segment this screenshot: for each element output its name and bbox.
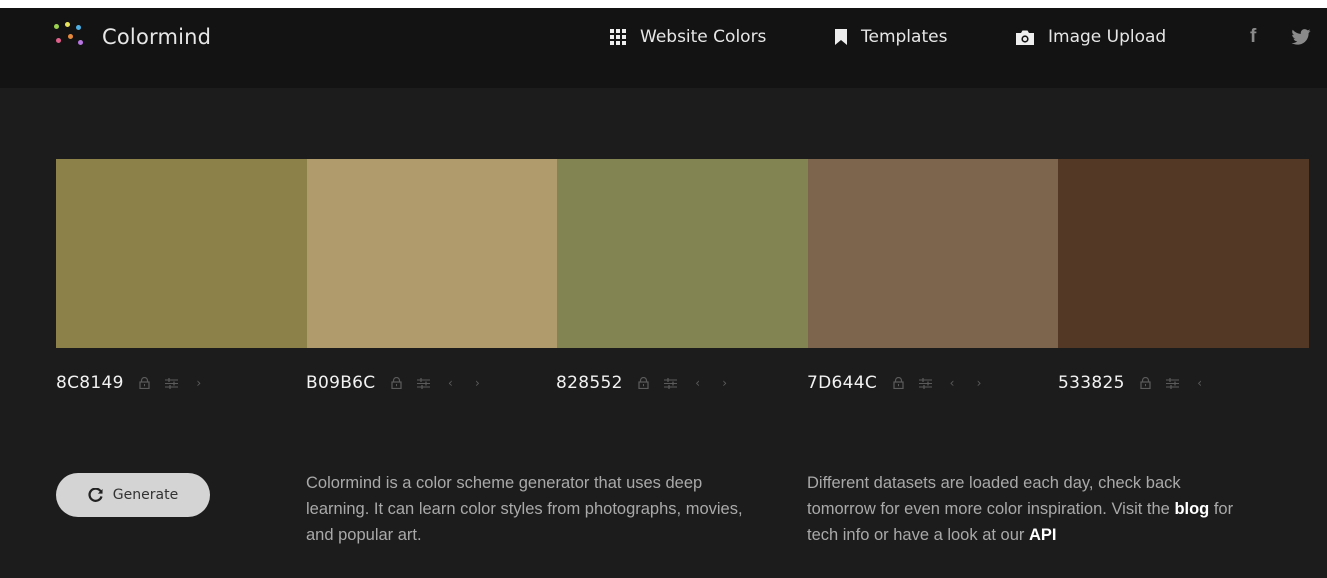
logo-text: Colormind (102, 25, 212, 49)
hex-value[interactable]: 533825 (1058, 373, 1125, 393)
grid-icon (610, 29, 626, 45)
color-code-4: 7D644C ‹ › (807, 368, 999, 398)
top-strip (0, 0, 1327, 8)
color-swatch-1[interactable] (56, 159, 307, 348)
nav-templates[interactable]: Templates (835, 22, 947, 52)
description-left: Colormind is a color scheme generator th… (306, 474, 743, 544)
chevron-left-icon[interactable]: ‹ (443, 376, 457, 390)
blog-link[interactable]: blog (1174, 500, 1209, 518)
color-code-1: 8C8149 › (56, 368, 219, 398)
lock-icon[interactable] (637, 376, 651, 390)
twitter-link[interactable] (1291, 22, 1311, 52)
generate-label: Generate (112, 487, 179, 503)
color-codes-row: 8C8149 › B09B6C ‹ › 828552 ‹ › 7D644C ‹ … (56, 368, 1309, 398)
refresh-icon (88, 487, 103, 502)
sliders-icon[interactable] (918, 376, 932, 390)
chevron-right-icon[interactable]: › (470, 376, 484, 390)
description-right: Different datasets are loaded each day, … (807, 470, 1247, 548)
sliders-icon[interactable] (416, 376, 430, 390)
chevron-right-icon[interactable]: › (972, 376, 986, 390)
color-swatch-5[interactable] (1058, 159, 1309, 348)
chevron-right-icon[interactable]: › (192, 376, 206, 390)
facebook-icon: f (1250, 26, 1257, 47)
logo-dots-icon (52, 22, 86, 52)
camera-icon (1016, 30, 1034, 45)
sliders-icon[interactable] (1166, 376, 1180, 390)
facebook-link[interactable]: f (1250, 22, 1256, 52)
sliders-icon[interactable] (664, 376, 678, 390)
chevron-right-icon[interactable]: › (718, 376, 732, 390)
generate-button[interactable]: Generate (56, 473, 210, 517)
api-link[interactable]: API (1029, 526, 1057, 544)
hex-value[interactable]: B09B6C (306, 373, 375, 393)
lock-icon[interactable] (1139, 376, 1153, 390)
hex-value[interactable]: 828552 (556, 373, 623, 393)
color-swatch-4[interactable] (807, 159, 1059, 348)
nav-templates-label: Templates (861, 27, 948, 47)
color-swatch-3[interactable] (557, 159, 808, 348)
color-palette (56, 159, 1309, 348)
description-right-text-1: Different datasets are loaded each day, … (807, 474, 1181, 518)
chevron-left-icon[interactable]: ‹ (1193, 376, 1207, 390)
twitter-icon (1291, 29, 1311, 45)
color-swatch-2[interactable] (306, 159, 558, 348)
chevron-left-icon[interactable]: ‹ (691, 376, 705, 390)
nav-website-colors[interactable]: Website Colors (610, 22, 766, 52)
lock-icon[interactable] (138, 376, 152, 390)
chevron-left-icon[interactable]: ‹ (945, 376, 959, 390)
logo[interactable]: Colormind (52, 22, 211, 52)
hex-value[interactable]: 8C8149 (56, 373, 124, 393)
sliders-icon[interactable] (165, 376, 179, 390)
nav-image-upload-label: Image Upload (1048, 27, 1167, 47)
bookmark-icon (835, 29, 847, 45)
color-code-3: 828552 ‹ › (556, 368, 745, 398)
lock-icon[interactable] (389, 376, 403, 390)
nav-image-upload[interactable]: Image Upload (1016, 22, 1166, 52)
hex-value[interactable]: 7D644C (807, 373, 877, 393)
color-code-2: B09B6C ‹ › (306, 368, 497, 398)
navbar: Colormind Website Colors Templates Image… (0, 8, 1327, 88)
color-code-5: 533825 ‹ (1058, 368, 1220, 398)
nav-website-colors-label: Website Colors (640, 27, 767, 47)
lock-icon[interactable] (891, 376, 905, 390)
